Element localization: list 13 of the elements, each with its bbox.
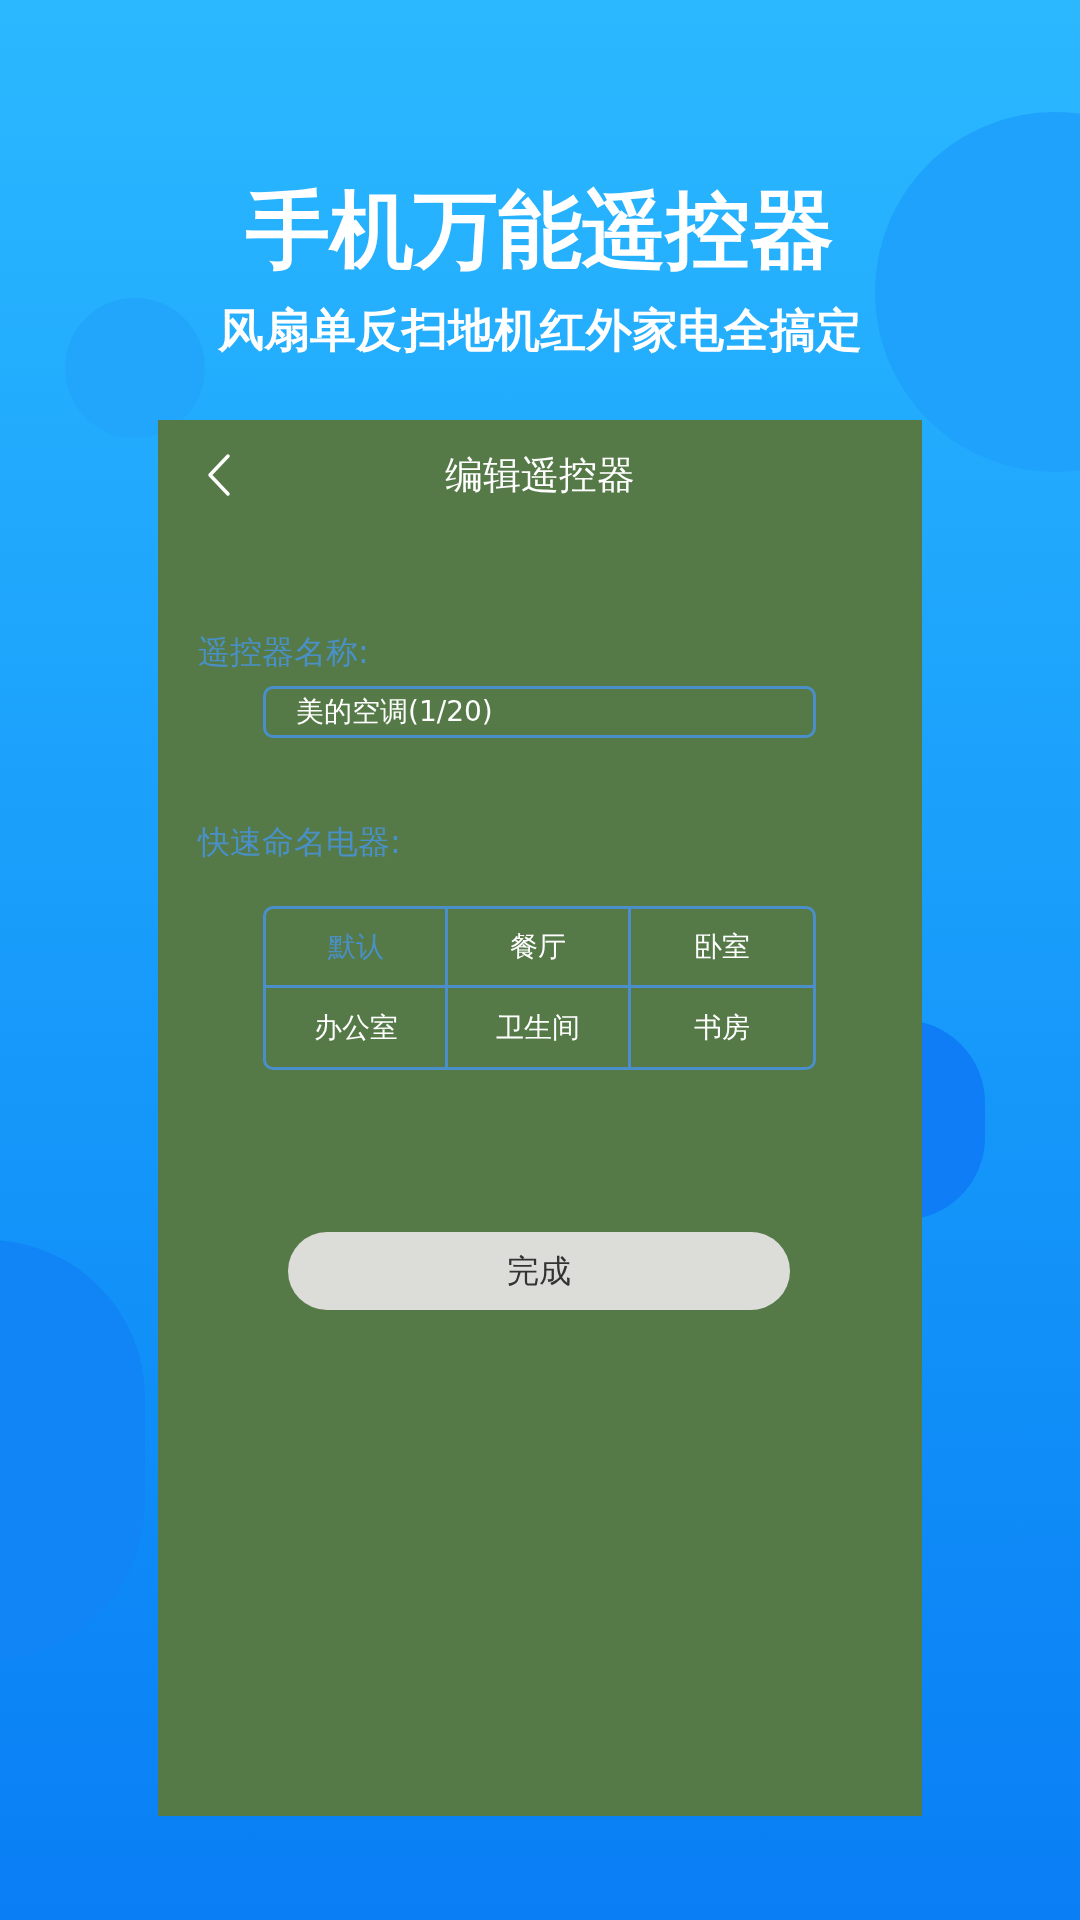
quick-name-option[interactable]: 卫生间 [448,988,631,1067]
screen-title: 编辑遥控器 [445,451,635,499]
headline: 手机万能遥控器 [246,180,834,280]
back-icon [206,453,232,497]
name-field[interactable]: 美的空调(1/20) [263,686,816,738]
quick-name-option[interactable]: 餐厅 [448,909,631,988]
quick-name-option[interactable]: 卧室 [630,909,813,988]
quick-name-label: 快速命名电器: [198,822,402,863]
quick-name-option[interactable]: 办公室 [266,988,449,1067]
quick-name-option[interactable]: 书房 [630,988,813,1067]
subheadline: 风扇单反扫地机红外家电全搞定 [218,302,862,359]
name-label: 遥控器名称: [198,632,370,673]
done-button[interactable]: 完成 [288,1232,790,1310]
